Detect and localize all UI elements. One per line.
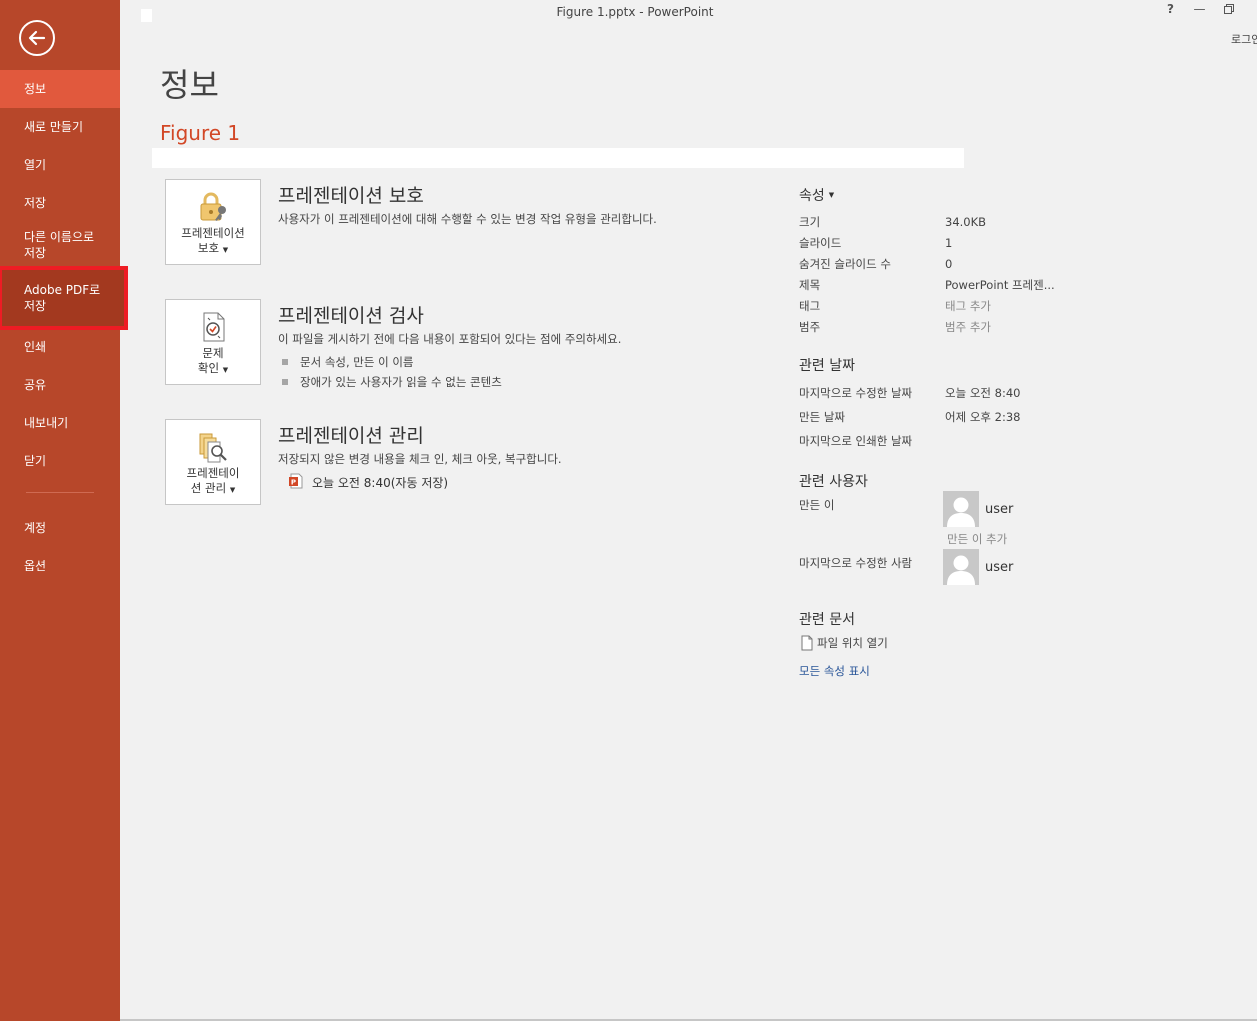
manage-heading: 프레젠테이션 관리 xyxy=(278,425,424,447)
protect-text: 프레젠테이션 보호 사용자가 이 프레젠테이션에 대해 수행할 수 있는 변경 … xyxy=(278,179,657,265)
page-title: 정보 xyxy=(160,66,219,104)
author-row: 만든 이 user xyxy=(799,491,1099,527)
document-icon xyxy=(801,635,813,651)
window-controls: ? — xyxy=(1156,0,1243,18)
date-printed: 마지막으로 인쇄한 날짜 xyxy=(799,434,913,448)
nav-open[interactable]: 열기 xyxy=(0,146,120,184)
dropdown-arrow-icon: ▼ xyxy=(229,486,236,494)
nav-export[interactable]: 내보내기 xyxy=(0,404,120,442)
protect-section: 프레젠테이션 보호 ▼ 프레젠테이션 보호 사용자가 이 프레젠테이션에 대해 … xyxy=(165,179,657,265)
title-bar-placeholder xyxy=(141,9,152,22)
nav-new[interactable]: 새로 만들기 xyxy=(0,108,120,146)
restore-button[interactable] xyxy=(1214,0,1243,18)
document-title: Figure 1 xyxy=(160,121,241,145)
properties-list: 크기 34.0KB 슬라이드 1 숨겨진 슬라이드 수0 제목 PowerPoint … xyxy=(799,211,1099,337)
svg-text:P: P xyxy=(291,479,296,487)
modified-by-row: 마지막으로 수정한 사람 user xyxy=(799,549,1099,585)
nav-close[interactable]: 닫기 xyxy=(0,442,120,480)
prop-hidden-slides: 숨겨진 슬라이드 수0 xyxy=(799,256,953,271)
backstage-sidebar: 정보 새로 만들기 열기 저장 다른 이름으로 저장 Adobe PDF로 저장… xyxy=(0,0,128,1021)
prop-tags: 태그 태그 추가 xyxy=(799,298,991,314)
protect-heading: 프레젠테이션 보호 xyxy=(278,185,424,207)
nav-save-adobe-pdf[interactable]: Adobe PDF로 저장 xyxy=(0,266,128,330)
author-person[interactable]: user xyxy=(943,491,1013,527)
manage-versions-icon xyxy=(196,430,230,464)
manage-section: 프레젠테이 션 관리 ▼ 프레젠테이션 관리 저장되지 않은 변경 내용을 체크… xyxy=(165,419,562,505)
dropdown-arrow-icon: ▼ xyxy=(222,246,229,254)
inspect-description: 이 파일을 게시하기 전에 다음 내용이 포함되어 있다는 점에 주의하세요. xyxy=(278,332,622,346)
open-file-location-link[interactable]: 파일 위치 열기 xyxy=(799,635,1099,651)
lock-key-icon xyxy=(196,190,230,224)
nav-save[interactable]: 저장 xyxy=(0,184,120,222)
manage-button-label: 프레젠테이 션 관리 ▼ xyxy=(186,466,240,495)
add-author-field[interactable]: 만든 이 추가 xyxy=(947,531,1099,547)
protect-button-label: 프레젠테이션 보호 ▼ xyxy=(181,226,245,255)
powerpoint-file-icon: P xyxy=(288,473,304,492)
user-silhouette-icon xyxy=(943,549,979,585)
restore-icon xyxy=(1223,4,1234,14)
prop-categories: 범주 범주 추가 xyxy=(799,319,991,335)
inspect-section: 문제 확인 ▼ 프레젠테이션 검사 이 파일을 게시하기 전에 다음 내용이 포… xyxy=(165,299,621,392)
inspect-document-icon xyxy=(196,310,230,344)
user-silhouette-icon xyxy=(943,491,979,527)
inspect-bullets: 문서 속성, 만든 이 이름 장애가 있는 사용자가 읽을 수 없는 콘텐츠 xyxy=(278,352,621,392)
avatar xyxy=(943,491,979,527)
minimize-button[interactable]: — xyxy=(1185,0,1214,18)
bullet-square-icon xyxy=(282,379,288,385)
chevron-down-icon: ▼ xyxy=(828,191,835,199)
properties-heading[interactable]: 속성 ▼ xyxy=(799,185,1099,205)
avatar xyxy=(943,549,979,585)
bullet-square-icon xyxy=(282,359,288,365)
inspect-heading: 프레젠테이션 검사 xyxy=(278,305,424,327)
prop-title: 제목 PowerPoint 프레젠... xyxy=(799,277,1055,293)
autosave-version-link[interactable]: P 오늘 오전 8:40(자동 저장) xyxy=(288,473,562,492)
manage-description: 저장되지 않은 변경 내용을 체크 인, 체크 아웃, 복구합니다. xyxy=(278,452,562,466)
check-issues-button-label: 문제 확인 ▼ xyxy=(197,346,229,375)
prop-slides: 슬라이드 1 xyxy=(799,235,953,250)
back-button[interactable] xyxy=(19,20,55,56)
properties-panel: 속성 ▼ 크기 34.0KB 슬라이드 1 숨겨진 슬라이드 수0 제목 PowerP… xyxy=(799,185,1099,679)
check-for-issues-button[interactable]: 문제 확인 ▼ xyxy=(165,299,261,385)
nav-divider xyxy=(26,492,94,493)
date-created: 만든 날짜 어제 오후 2:38 xyxy=(799,410,1021,424)
back-arrow-icon xyxy=(28,30,46,46)
nav-options[interactable]: 옵션 xyxy=(0,547,120,585)
sign-in-link[interactable]: 로그인 xyxy=(1231,31,1257,47)
date-modified: 마지막으로 수정한 날짜 오늘 오전 8:40 xyxy=(799,386,1021,400)
prop-size: 크기 34.0KB xyxy=(799,214,987,229)
list-item: 문서 속성, 만든 이 이름 xyxy=(278,352,621,372)
inspect-text: 프레젠테이션 검사 이 파일을 게시하기 전에 다음 내용이 포함되어 있다는 … xyxy=(278,299,621,392)
manage-presentation-button[interactable]: 프레젠테이 션 관리 ▼ xyxy=(165,419,261,505)
related-documents-heading: 관련 문서 xyxy=(799,612,855,628)
file-path-bar xyxy=(152,148,964,168)
show-all-properties-link[interactable]: 모든 속성 표시 xyxy=(799,663,1099,679)
related-people-heading: 관련 사용자 xyxy=(799,474,868,490)
window-title: Figure 1.pptx - PowerPoint xyxy=(556,5,714,19)
add-tag-field[interactable]: 태그 추가 xyxy=(945,298,991,314)
nav-info[interactable]: 정보 xyxy=(0,70,120,108)
modified-by-person[interactable]: user xyxy=(943,549,1013,585)
title-field[interactable]: PowerPoint 프레젠... xyxy=(945,277,1055,293)
help-button[interactable]: ? xyxy=(1156,0,1185,18)
manage-text: 프레젠테이션 관리 저장되지 않은 변경 내용을 체크 인, 체크 아웃, 복구… xyxy=(278,419,562,505)
dropdown-arrow-icon: ▼ xyxy=(222,366,229,374)
nav-print[interactable]: 인쇄 xyxy=(0,328,120,366)
nav-account[interactable]: 계정 xyxy=(0,509,120,547)
backstage-nav: 정보 새로 만들기 열기 저장 다른 이름으로 저장 Adobe PDF로 저장… xyxy=(0,70,128,585)
nav-share[interactable]: 공유 xyxy=(0,366,120,404)
protect-presentation-button[interactable]: 프레젠테이션 보호 ▼ xyxy=(165,179,261,265)
nav-save-as[interactable]: 다른 이름으로 저장 xyxy=(0,222,120,268)
list-item: 장애가 있는 사용자가 읽을 수 없는 콘텐츠 xyxy=(278,372,621,392)
protect-description: 사용자가 이 프레젠테이션에 대해 수행할 수 있는 변경 작업 유형을 관리합… xyxy=(278,212,657,226)
add-category-field[interactable]: 범주 추가 xyxy=(945,319,991,335)
related-dates-heading: 관련 날짜 xyxy=(799,358,855,374)
